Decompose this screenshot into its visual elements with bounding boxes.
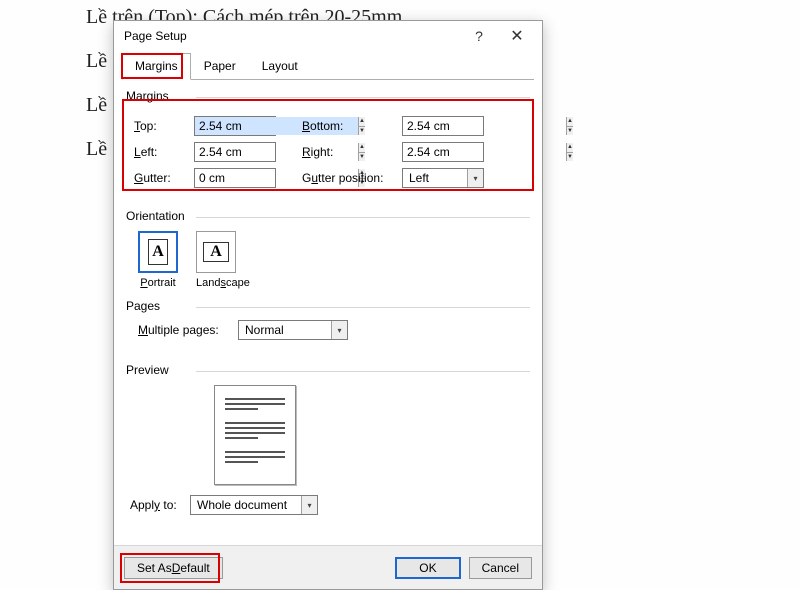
landscape-label: Landscape — [196, 277, 250, 289]
help-button[interactable]: ? — [460, 22, 498, 50]
section-orientation: Orientation — [126, 209, 530, 223]
spin-up-icon[interactable]: ▲ — [567, 117, 573, 127]
label-apply-to: Apply to: — [130, 498, 190, 512]
spin-up-icon[interactable]: ▲ — [567, 143, 573, 153]
label-top: Top: — [134, 119, 194, 133]
apply-to-value: Whole document — [191, 498, 301, 512]
footer: Set As Default OK Cancel — [114, 545, 542, 589]
input-bottom[interactable]: ▲▼ — [402, 116, 484, 136]
spin-down-icon[interactable]: ▼ — [567, 127, 573, 136]
input-left[interactable]: ▲▼ — [194, 142, 276, 162]
close-button[interactable]: ✕ — [498, 22, 536, 50]
section-margins: Margins — [126, 89, 530, 103]
label-gutter: Gutter: — [134, 171, 194, 185]
titlebar: Page Setup ? ✕ — [114, 21, 542, 51]
margins-grid: Top: ▲▼ Bottom: ▲▼ Left: ▲▼ — [126, 105, 530, 199]
tabstrip: Margins Paper Layout — [114, 53, 542, 80]
chevron-down-icon[interactable]: ▾ — [301, 496, 317, 514]
label-gutter-position: Gutter position: — [302, 171, 402, 185]
input-top[interactable]: ▲▼ — [194, 116, 276, 136]
bottom-value[interactable] — [403, 117, 566, 135]
preview-page-icon — [214, 385, 296, 485]
right-value[interactable] — [403, 143, 566, 161]
combo-apply-to[interactable]: Whole document ▾ — [190, 495, 318, 515]
bg-line-2: Lề — [86, 50, 107, 73]
chevron-down-icon[interactable]: ▾ — [331, 321, 347, 339]
tab-paper[interactable]: Paper — [191, 53, 249, 80]
multiple-pages-value: Normal — [239, 323, 331, 337]
bg-line-4: Lề — [86, 138, 107, 161]
cancel-button[interactable]: Cancel — [469, 557, 532, 579]
chevron-down-icon[interactable]: ▾ — [467, 169, 483, 187]
portrait-icon: A — [148, 239, 168, 265]
landscape-icon: A — [203, 242, 229, 262]
section-preview: Preview — [126, 363, 530, 377]
portrait-label: Portrait — [138, 277, 178, 289]
bg-line-3: Lề — [86, 94, 107, 117]
input-gutter[interactable]: ▲▼ — [194, 168, 276, 188]
ok-button[interactable]: OK — [395, 557, 460, 579]
page-setup-dialog: Page Setup ? ✕ Margins Paper Layout Marg… — [113, 20, 543, 590]
orientation-portrait[interactable]: A Portrait — [138, 231, 178, 289]
label-multiple-pages: Multiple pages: — [138, 323, 238, 337]
set-as-default-button[interactable]: Set As Default — [124, 557, 223, 579]
input-right[interactable]: ▲▼ — [402, 142, 484, 162]
gutter-position-value: Left — [403, 171, 467, 185]
tab-layout[interactable]: Layout — [249, 53, 311, 80]
combo-gutter-position[interactable]: Left ▾ — [402, 168, 484, 188]
section-pages: Pages — [126, 299, 530, 313]
tab-margins[interactable]: Margins — [122, 53, 191, 80]
label-left: Left: — [134, 145, 194, 159]
combo-multiple-pages[interactable]: Normal ▾ — [238, 320, 348, 340]
label-bottom: Bottom: — [302, 119, 402, 133]
spin-down-icon[interactable]: ▼ — [567, 153, 573, 162]
label-right: Right: — [302, 145, 402, 159]
orientation-landscape[interactable]: A Landscape — [196, 231, 250, 289]
dialog-title: Page Setup — [124, 29, 460, 43]
